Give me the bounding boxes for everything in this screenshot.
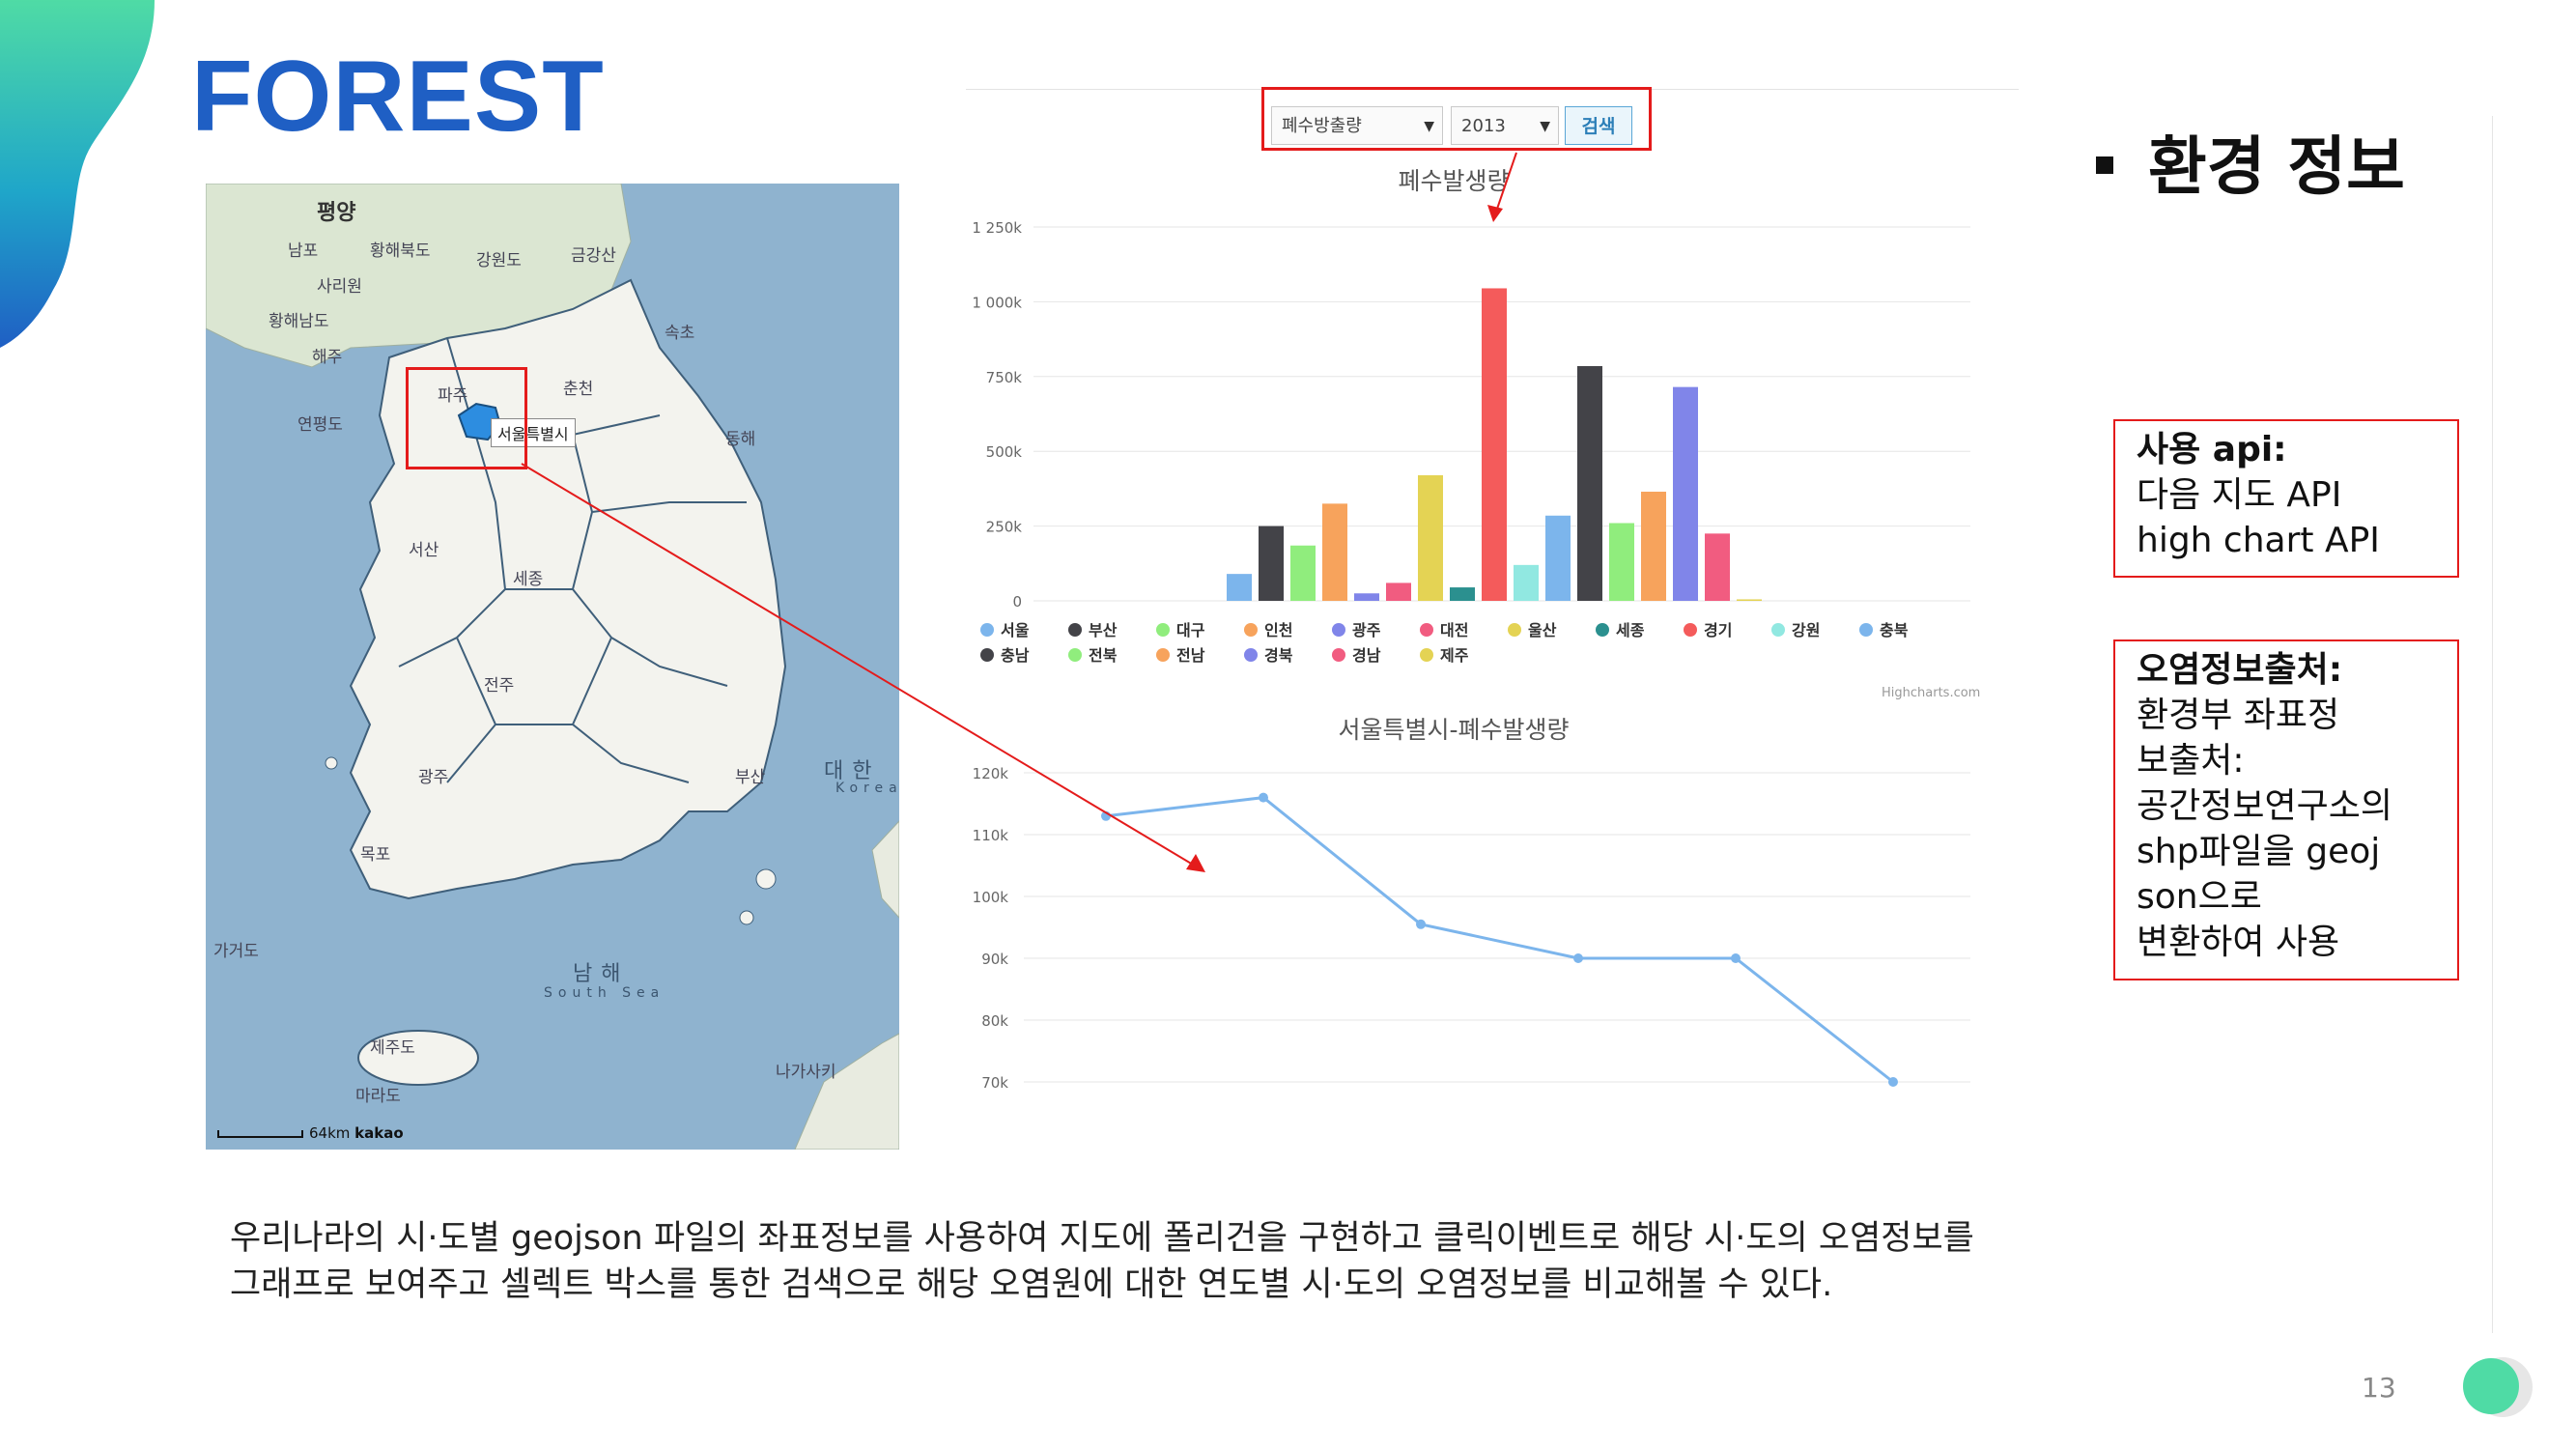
bar-y-tick-label: 1 250k	[972, 219, 1022, 237]
legend-marker	[980, 648, 994, 662]
legend-label: 전남	[1176, 646, 1205, 665]
legend-marker	[1068, 648, 1082, 662]
bar	[1482, 288, 1507, 601]
bar-y-tick-label: 0	[1012, 593, 1022, 611]
bar	[1577, 365, 1602, 601]
section-title: 환경 정보	[2096, 135, 2405, 199]
bar-y-tick-label: 250k	[986, 519, 1023, 536]
legend-marker	[1332, 623, 1345, 637]
line-y-tick-label: 120k	[973, 765, 1009, 782]
source-info-box: 오염정보출처: 환경부 좌표정 보출처: 공간정보연구소의 shp파일을 geo…	[2113, 639, 2459, 980]
legend-marker	[1420, 623, 1433, 637]
line-y-tick-label: 80k	[981, 1012, 1008, 1030]
source-heading: 오염정보출처:	[2137, 650, 2343, 690]
legend-label: 충북	[1880, 621, 1909, 639]
bar	[1641, 491, 1666, 601]
legend-label: 전북	[1089, 646, 1118, 665]
legend-label: 강원	[1792, 621, 1820, 639]
annotation-arrow	[1494, 152, 1517, 215]
legend-label: 경남	[1352, 646, 1381, 665]
line-y-tick-label: 90k	[981, 951, 1008, 968]
bar-y-tick-label: 1 000k	[972, 294, 1022, 311]
arrow-head	[1487, 205, 1503, 222]
bar	[1545, 515, 1571, 601]
description-line: 그래프로 보여주고 셀렉트 박스를 통한 검색으로 해당 오염원에 대한 연도별…	[230, 1265, 1833, 1304]
legend-marker	[1156, 648, 1170, 662]
line-point	[1731, 953, 1741, 963]
bar	[1673, 386, 1698, 601]
source-line: 보출처:	[2137, 741, 2245, 781]
legend-marker	[1244, 648, 1258, 662]
line-y-tick-label: 110k	[973, 827, 1009, 844]
legend-marker	[1684, 623, 1697, 637]
source-line: 변환하여 사용	[2137, 923, 2340, 962]
line-y-tick-label: 70k	[981, 1074, 1008, 1092]
legend-label: 대전	[1440, 621, 1468, 639]
description-line: 우리나라의 시·도별 geojson 파일의 좌표정보를 사용하여 지도에 폴리…	[230, 1219, 1974, 1258]
bar	[1322, 503, 1347, 601]
line-point	[1888, 1077, 1898, 1087]
bullet-icon	[2096, 156, 2113, 174]
vertical-divider	[2492, 116, 2493, 1333]
bar	[1705, 533, 1730, 601]
api-info-box: 사용 api: 다음 지도 API high chart API	[2113, 419, 2459, 578]
legend-marker	[980, 623, 994, 637]
legend-label: 경기	[1704, 621, 1732, 639]
line-point	[1573, 953, 1583, 963]
bar	[1227, 574, 1252, 601]
legend-label: 광주	[1352, 621, 1381, 639]
source-line: son으로	[2137, 877, 2262, 917]
legend-label: 세종	[1616, 621, 1645, 639]
api-heading: 사용 api:	[2137, 430, 2287, 469]
bar-y-tick-label: 500k	[986, 443, 1023, 461]
legend-label: 제주	[1440, 646, 1469, 665]
legend-marker	[1596, 623, 1609, 637]
legend-label: 인천	[1264, 621, 1292, 639]
legend-label: 경북	[1264, 646, 1293, 665]
legend-label: 충남	[1001, 646, 1030, 665]
legend-marker	[1420, 648, 1433, 662]
bar	[1354, 593, 1379, 601]
legend-marker	[1508, 623, 1521, 637]
line-y-tick-label: 100k	[973, 889, 1009, 906]
legend-label: 울산	[1528, 621, 1557, 639]
api-line: high chart API	[2137, 521, 2380, 560]
legend-marker	[1068, 623, 1082, 637]
bar	[1737, 599, 1762, 601]
bar	[1609, 523, 1634, 601]
legend-marker	[1156, 623, 1170, 637]
source-line: 환경부 좌표정	[2137, 696, 2340, 735]
legend-marker	[1771, 623, 1785, 637]
bar	[1418, 474, 1443, 601]
api-line: 다음 지도 API	[2137, 475, 2342, 515]
decorative-dot	[2463, 1358, 2519, 1414]
legend-label: 대구	[1176, 621, 1205, 639]
bar	[1450, 587, 1475, 601]
bar	[1259, 526, 1284, 601]
legend-marker	[1244, 623, 1258, 637]
legend-marker	[1332, 648, 1345, 662]
line-point	[1416, 919, 1426, 929]
line-point	[1259, 792, 1268, 803]
page-number: 13	[2362, 1372, 2396, 1404]
source-line: shp파일을 geoj	[2137, 832, 2381, 871]
legend-label: 서울	[1001, 621, 1030, 639]
description-text: 우리나라의 시·도별 geojson 파일의 좌표정보를 사용하여 지도에 폴리…	[230, 1215, 2065, 1308]
legend-label: 부산	[1089, 621, 1118, 639]
bar	[1290, 545, 1316, 601]
legend-marker	[1859, 623, 1873, 637]
bar	[1386, 582, 1411, 601]
line-series	[1105, 796, 1894, 1084]
bar	[1514, 564, 1539, 601]
source-line: 공간정보연구소의	[2137, 786, 2392, 826]
bar-y-tick-label: 750k	[986, 369, 1023, 386]
